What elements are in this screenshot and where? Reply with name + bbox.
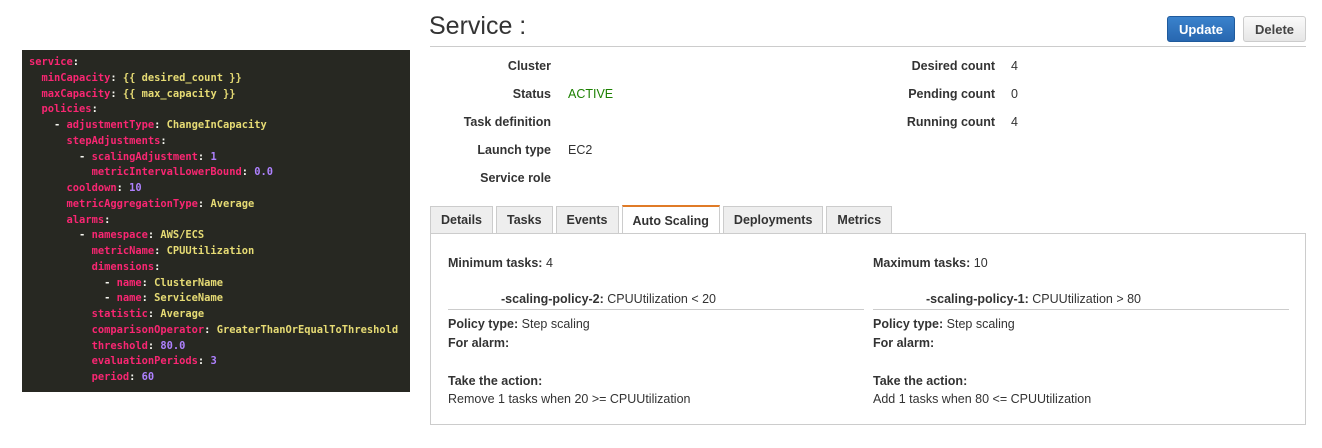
code-line: alarms: <box>66 213 117 226</box>
tab-bar: Details Tasks Events Auto Scaling Deployment… <box>430 205 893 234</box>
policy-action: Add 1 tasks when 80 <= CPUUtilization <box>873 392 1092 406</box>
code-line: comparisonOperator: GreaterThanOrEqualTo… <box>91 323 399 336</box>
detail-label: Task definition <box>463 115 551 129</box>
policy-heading: -scaling-policy-2: CPUUtilization < 20 <box>501 292 717 306</box>
tab-metrics[interactable]: Metrics <box>826 206 893 233</box>
policy-divider <box>448 309 864 310</box>
policy-heading: -scaling-policy-1: CPUUtilization > 80 <box>926 292 1142 306</box>
minimum-tasks: Minimum tasks: 4 <box>448 256 553 270</box>
auto-scaling-panel: Minimum tasks: 4 Maximum tasks: 10 -scal… <box>430 233 1306 425</box>
policy-alarm: For alarm: <box>448 336 510 350</box>
tab-events[interactable]: Events <box>555 206 619 233</box>
code-line: - name: ClusterName <box>29 276 223 289</box>
tab-tasks[interactable]: Tasks <box>496 206 553 233</box>
detail-label: Cluster <box>507 59 551 73</box>
code-line: - name: ServiceName <box>29 292 223 305</box>
detail-label: Service role <box>480 171 551 185</box>
page-title: Service : <box>429 12 527 40</box>
detail-label: Running count <box>906 115 995 129</box>
policy-divider <box>873 309 1289 310</box>
update-button[interactable]: Update <box>1167 16 1235 42</box>
detail-label: Pending count <box>908 87 995 101</box>
title-divider <box>430 46 1306 47</box>
delete-button[interactable]: Delete <box>1243 16 1306 42</box>
policy-type: Policy type: Step scaling <box>873 317 1015 331</box>
policy-action-label: Take the action: <box>873 374 968 388</box>
code-line: evaluationPeriods: 3 <box>91 355 217 368</box>
yaml-code-panel: service: minCapacity: {{ desired_count }… <box>22 50 410 392</box>
code-line: minCapacity: {{ desired_count }} <box>41 71 242 84</box>
detail-value: EC2 <box>568 143 593 157</box>
detail-label: Launch type <box>477 143 551 157</box>
detail-value: 4 <box>1011 59 1018 73</box>
detail-label: Desired count <box>911 59 995 73</box>
code-line: threshold: 80.0 <box>91 339 186 352</box>
tab-auto-scaling[interactable]: Auto Scaling <box>621 205 720 234</box>
code-line: metricName: CPUUtilization <box>91 245 255 257</box>
detail-value: 4 <box>1011 115 1018 129</box>
policy-action: Remove 1 tasks when 20 >= CPUUtilization <box>448 392 691 406</box>
policy-action-label: Take the action: <box>448 374 543 388</box>
code-line: period: 60 <box>91 371 155 383</box>
tab-deployments[interactable]: Deployments <box>722 206 824 233</box>
code-line: metricAggregationType: Average <box>66 197 255 210</box>
detail-value: 0 <box>1011 87 1018 101</box>
code-line: statistic: Average <box>91 308 205 320</box>
code-line: dimensions: <box>91 260 167 273</box>
policy-alarm: For alarm: <box>873 336 935 350</box>
detail-label: Status <box>512 87 551 101</box>
policy-type: Policy type: Step scaling <box>448 317 590 331</box>
code-line: - namespace: AWS/ECS <box>29 229 205 242</box>
tab-details[interactable]: Details <box>430 206 493 233</box>
maximum-tasks: Maximum tasks: 10 <box>873 256 988 270</box>
detail-value: ACTIVE <box>568 87 614 101</box>
